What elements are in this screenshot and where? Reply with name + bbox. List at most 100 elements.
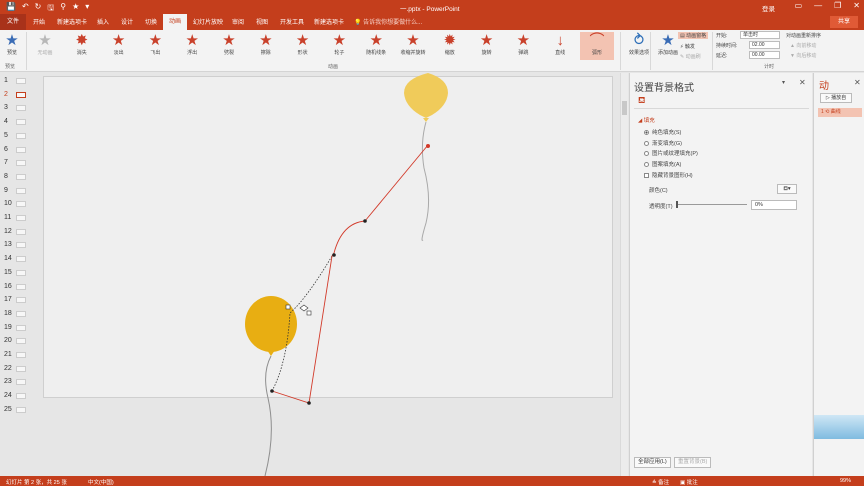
effect-button[interactable]: ★ 飞出 (138, 32, 172, 60)
slide-thumbnail[interactable]: 8 (0, 171, 32, 184)
slide-thumbnail[interactable]: 2 (0, 89, 32, 102)
slide-thumbnail[interactable]: 25 (0, 404, 32, 417)
tab-home[interactable]: 开始 (33, 17, 45, 26)
tell-me-box[interactable]: 💡 告诉我你想要做什么... (354, 17, 422, 26)
animation-list-item[interactable]: 1 ⟲ 曲线 (818, 108, 862, 117)
slide-thumbnail[interactable]: 10 (0, 198, 32, 211)
slide-thumbnail[interactable]: 19 (0, 322, 32, 335)
slide-thumbnail[interactable]: 23 (0, 376, 32, 389)
tab-developer[interactable]: 开发工具 (280, 17, 304, 26)
slide-thumbnail[interactable]: 7 (0, 157, 32, 170)
preview-button[interactable]: ★ 预览 (0, 32, 24, 60)
slide-thumbnail[interactable]: 16 (0, 281, 32, 294)
effect-button[interactable]: ★ 淡出 (102, 32, 136, 60)
effect-button[interactable]: ★ 擦除 (249, 32, 283, 60)
restore-icon[interactable]: ❐ (834, 1, 841, 10)
slide-thumbnail[interactable]: 9 (0, 185, 32, 198)
delay-input[interactable]: 00.00 (749, 51, 780, 59)
zoom-level[interactable]: 99% (840, 478, 851, 484)
close-icon[interactable]: ✕ (853, 1, 860, 10)
minimize-icon[interactable]: — (814, 1, 822, 10)
effect-button[interactable]: ★ 收缩并旋转 (396, 32, 430, 60)
effect-button[interactable]: ★ 无动画 (28, 32, 62, 60)
language-indicator[interactable]: 中文(中国) (88, 478, 114, 486)
effect-button[interactable]: ★ 浮出 (175, 32, 209, 60)
tab-review[interactable]: 审阅 (232, 17, 244, 26)
slide-thumbnail[interactable]: 17 (0, 294, 32, 307)
transparency-slider-knob[interactable] (676, 201, 678, 208)
fill-option-radio[interactable]: 渐变填充(G) (644, 139, 682, 147)
move-later-button[interactable]: ▼ 向后移动 (790, 52, 816, 59)
slide-thumbnail[interactable]: 14 (0, 253, 32, 266)
move-earlier-button[interactable]: ▲ 向前移动 (790, 42, 816, 49)
hide-background-checkbox[interactable]: 隐藏背景图形(H) (644, 171, 693, 179)
comments-button[interactable]: ▣ 批注 (680, 478, 698, 486)
slide-thumbnail[interactable]: 24 (0, 390, 32, 403)
effect-button[interactable]: ★ 随机线条 (359, 32, 393, 60)
slide-thumbnail[interactable]: 11 (0, 212, 32, 225)
slide-preview (16, 78, 26, 84)
scroll-thumb[interactable] (622, 101, 627, 115)
slide-thumbnail[interactable]: 22 (0, 363, 32, 376)
duration-input[interactable]: 02.00 (749, 41, 780, 49)
effect-label: 收缩并旋转 (400, 50, 426, 56)
tab-transitions[interactable]: 切换 (145, 17, 157, 26)
animation-pane-button[interactable]: ▤ 动画窗格 (678, 32, 709, 39)
tab-view[interactable]: 视图 (256, 17, 268, 26)
pane-options-icon[interactable]: ▾ (782, 79, 785, 86)
slide-thumbnail[interactable]: 21 (0, 349, 32, 362)
effect-button[interactable]: ✹ 缩放 (433, 32, 467, 60)
tab-file[interactable]: 文件 (0, 14, 26, 30)
tab-slideshow[interactable]: 幻灯片放映 (193, 17, 223, 26)
effect-button[interactable]: ★ 轮子 (322, 32, 356, 60)
slide-thumbnail[interactable]: 12 (0, 226, 32, 239)
slide-number: 15 (4, 268, 12, 276)
effect-star-icon: ★ (295, 32, 310, 49)
sign-in-link[interactable]: 登录 (762, 3, 775, 13)
effect-button[interactable]: ★ 劈裂 (212, 32, 246, 60)
share-button[interactable]: 共享 (830, 16, 858, 28)
effect-button[interactable]: ⌒ 弧形 (580, 32, 614, 60)
animation-pane-close-icon[interactable]: ✕ (854, 78, 861, 87)
tab-new-tab-2[interactable]: 新建选项卡 (314, 17, 344, 26)
transparency-input[interactable]: 0% (751, 200, 797, 210)
slide-thumbnail[interactable]: 6 (0, 144, 32, 157)
notes-button[interactable]: ≙ 备注 (652, 478, 669, 486)
fill-section-header[interactable]: ◢ 填充 (638, 116, 655, 124)
tab-animations[interactable]: 动画 (163, 14, 188, 30)
fill-bucket-icon[interactable]: ⛾ (638, 95, 645, 107)
slide-preview (16, 324, 26, 331)
effect-button[interactable]: ↓ 直线 (543, 32, 577, 60)
tab-insert[interactable]: 插入 (97, 17, 109, 26)
fill-option-radio[interactable]: 图片或纹理填充(P) (644, 149, 698, 157)
effect-button[interactable]: ★ 形状 (286, 32, 320, 60)
tab-new-tab-1[interactable]: 新建选项卡 (57, 17, 87, 26)
slide-thumbnail[interactable]: 5 (0, 130, 32, 143)
dark-balloon[interactable] (245, 296, 297, 476)
reset-background-button[interactable]: 重置背景(B) (674, 457, 712, 468)
slide-thumbnail[interactable]: 15 (0, 267, 32, 280)
color-picker-button[interactable]: ⛾▾ (777, 184, 797, 194)
slide-thumbnail[interactable]: 13 (0, 239, 32, 252)
trigger-button[interactable]: ⚡ 触发 (680, 43, 695, 50)
animation-painter-button[interactable]: ✎ 动画刷 (680, 53, 701, 60)
ribbon-display-icon[interactable]: ▭ (795, 1, 803, 10)
transparency-slider[interactable] (677, 204, 747, 205)
fill-option-radio[interactable]: 纯色填充(S) (644, 128, 681, 136)
effect-button[interactable]: ★ 旋转 (470, 32, 504, 60)
slide-thumbnail[interactable]: 3 (0, 102, 32, 115)
tab-design[interactable]: 设计 (121, 17, 133, 26)
slide-thumbnail[interactable]: 20 (0, 335, 32, 348)
slide-thumbnail[interactable]: 18 (0, 308, 32, 321)
light-balloon[interactable] (404, 73, 448, 241)
pane-close-icon[interactable]: ✕ (799, 78, 806, 87)
effect-button[interactable]: ★ 弹跳 (506, 32, 540, 60)
slide-thumbnail[interactable]: 4 (0, 116, 32, 129)
play-from-button[interactable]: ▷ 播放自 (820, 93, 852, 103)
slide-thumbnail[interactable]: 1 (0, 75, 32, 88)
effect-button[interactable]: ✸ 消失 (65, 32, 99, 60)
canvas-scrollbar[interactable] (620, 73, 628, 476)
start-select[interactable]: 单击时 (740, 31, 780, 39)
apply-all-button[interactable]: 全部应用(L) (634, 457, 671, 468)
fill-option-radio[interactable]: 图案填充(A) (644, 160, 681, 168)
